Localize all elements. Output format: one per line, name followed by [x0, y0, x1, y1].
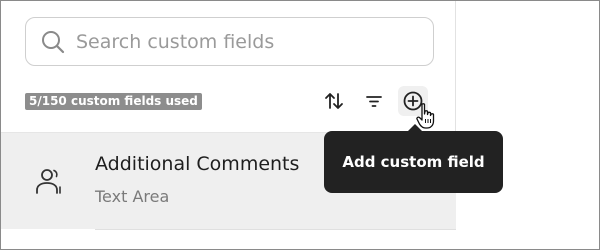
filter-button[interactable] [359, 86, 389, 116]
field-type: Text Area [95, 187, 170, 206]
search-icon [42, 31, 65, 54]
filter-icon [366, 96, 382, 107]
app-frame: 5/150 custom fields used [0, 0, 600, 250]
sort-icon [325, 93, 343, 109]
tooltip: Add custom field [324, 124, 503, 193]
list-item-next [1, 229, 456, 249]
sort-button[interactable] [319, 86, 349, 116]
tooltip-arrow [407, 124, 423, 132]
divider [95, 229, 456, 230]
search-input[interactable] [76, 18, 426, 65]
plus-circle-icon [403, 91, 423, 111]
field-name: Additional Comments [95, 153, 300, 175]
users-icon [36, 169, 61, 194]
custom-fields-panel: 5/150 custom fields used [1, 1, 456, 249]
tooltip-text: Add custom field [342, 153, 485, 171]
usage-badge: 5/150 custom fields used [25, 93, 202, 110]
search-box[interactable] [25, 17, 434, 66]
add-custom-field-button[interactable] [398, 86, 428, 116]
